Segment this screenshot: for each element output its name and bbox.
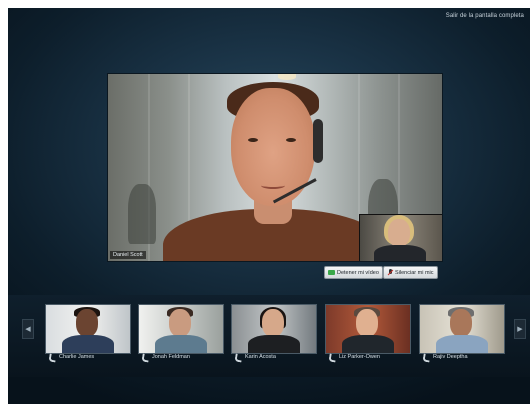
headset-icon <box>313 119 323 163</box>
speaker-mouth <box>261 182 285 189</box>
participant-body <box>436 335 488 353</box>
participant-face <box>169 309 191 337</box>
self-view-video[interactable] <box>359 214 442 261</box>
participant-face <box>76 309 98 337</box>
main-video: Daniel Scott <box>107 73 443 262</box>
participant-body <box>62 335 114 353</box>
participant-face <box>356 309 378 337</box>
participant-caption: Jonah Feldman <box>138 354 222 360</box>
participant-body <box>342 335 394 353</box>
participant-caption: Charlie James <box>45 354 129 360</box>
mute-mic-button[interactable]: Silenciar mi mic <box>383 266 438 279</box>
ceiling-light <box>278 74 296 80</box>
participant-name: Karin Acosta <box>245 354 276 360</box>
mic-muted-icon <box>387 269 393 276</box>
meeting-stage: Salir de la pantalla completa Daniel Sco… <box>8 8 530 404</box>
speaker-eye <box>286 138 296 142</box>
phone-icon <box>235 354 241 360</box>
chevron-left-icon[interactable]: ◀ <box>22 319 34 339</box>
participant-name: Liz Parker-Owen <box>339 354 380 360</box>
self-view-face <box>388 219 410 247</box>
exit-fullscreen-link[interactable]: Salir de la pantalla completa <box>446 13 524 19</box>
participant-caption: Karin Acosta <box>231 354 315 360</box>
participant-thumbnail[interactable] <box>45 304 131 354</box>
participant-face <box>450 309 472 337</box>
participant-caption: Rajiv Deeptha <box>419 354 503 360</box>
participant-thumbnail[interactable] <box>231 304 317 354</box>
phone-icon <box>142 354 148 360</box>
mute-mic-label: Silenciar mi mic <box>395 269 434 276</box>
camera-icon <box>328 270 335 275</box>
participant-face <box>262 309 284 337</box>
participant-name: Rajiv Deeptha <box>433 354 468 360</box>
background-figure <box>128 184 156 244</box>
phone-icon <box>423 354 429 360</box>
self-view-body <box>374 245 426 261</box>
speaker-eye <box>248 138 258 142</box>
chevron-right-icon[interactable]: ▶ <box>514 319 526 339</box>
participant-thumbnail[interactable] <box>325 304 411 354</box>
participant-thumbnail[interactable] <box>419 304 505 354</box>
stop-video-button[interactable]: Detener mi vídeo <box>324 266 383 279</box>
participant-caption: Liz Parker-Owen <box>325 354 409 360</box>
participant-name: Jonah Feldman <box>152 354 190 360</box>
participant-body <box>155 335 207 353</box>
phone-icon <box>329 354 335 360</box>
participant-body <box>248 335 300 353</box>
participant-thumbnail[interactable] <box>138 304 224 354</box>
stop-video-label: Detener mi vídeo <box>337 269 379 276</box>
phone-icon <box>49 354 55 360</box>
speaker-name-tag: Daniel Scott <box>110 251 146 259</box>
participant-name: Charlie James <box>59 354 95 360</box>
